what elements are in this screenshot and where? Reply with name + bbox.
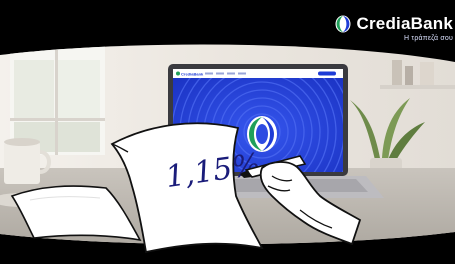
video-frame: CrediaBank 1,15% CrediaBank Η τράπεζά σο… [0,0,455,264]
crediabank-logo-icon [335,15,351,33]
screen-logo-icon [247,116,277,152]
brand-tagline: Η τράπεζά σου [404,35,453,42]
screen-nav-brand: CrediaBank [181,71,204,76]
brand-header: CrediaBank Η τράπεζά σου [335,14,453,42]
brand-name: CrediaBank [356,14,453,33]
